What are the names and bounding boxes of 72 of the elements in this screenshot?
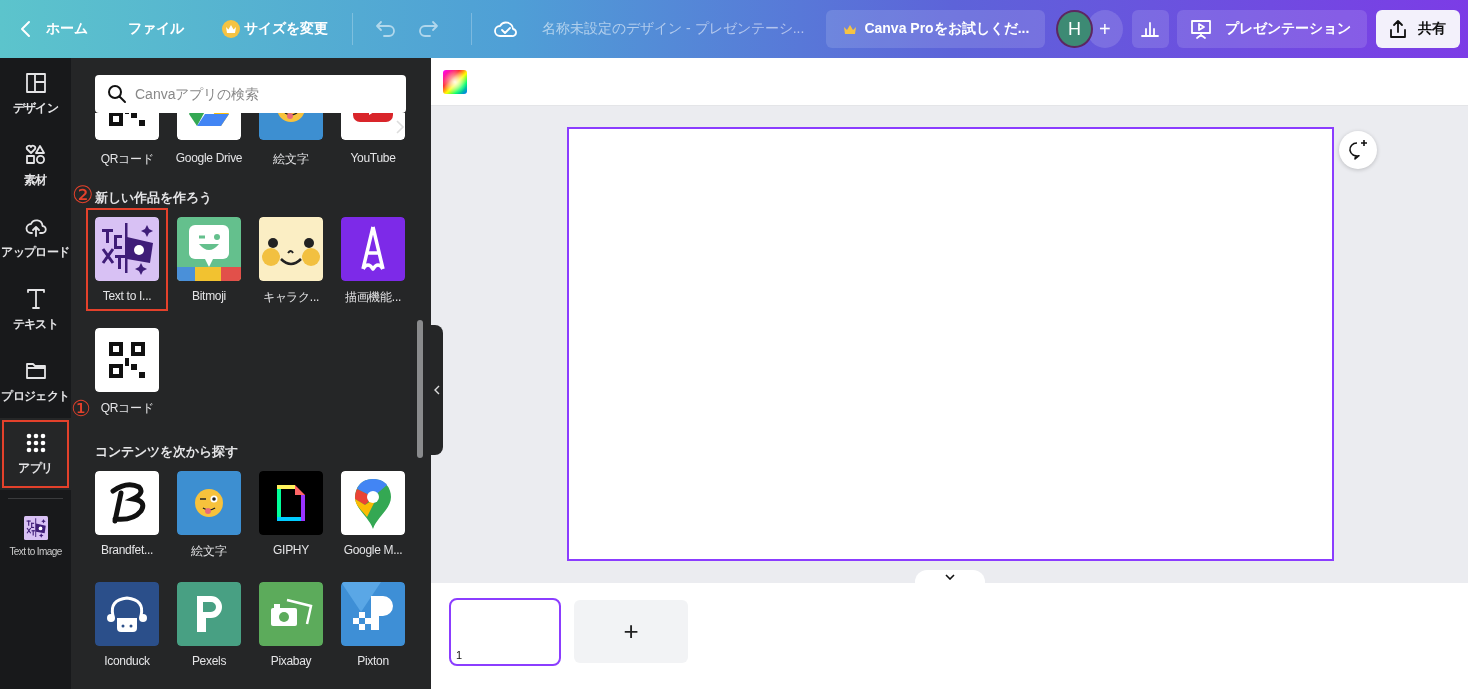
sidebar-item[interactable]: プロジェクト: [0, 346, 71, 418]
app-tile[interactable]: Text to I...: [86, 208, 168, 311]
redo-icon: [417, 20, 440, 38]
chevron-left-icon: [434, 385, 440, 395]
smiley-face-icon: [259, 217, 323, 281]
shapes-icon: [24, 143, 47, 166]
pro-trial-button[interactable]: Canva Proをお試しくだ...: [826, 10, 1046, 48]
map-pin-icon: [341, 471, 405, 535]
app-tile[interactable]: 描画機能...: [332, 208, 414, 311]
camera-icon: [259, 582, 323, 646]
share-icon: [1388, 19, 1409, 39]
duck-icon: [95, 582, 159, 646]
speech-bubble-icon: [177, 217, 241, 281]
app-tile[interactable]: YouTube: [341, 113, 405, 168]
frame-icon: [259, 471, 323, 535]
bar-chart-icon: [1140, 20, 1161, 38]
sidebar-item[interactable]: Text to Image: [0, 503, 71, 569]
sparkle-flag-icon: [23, 515, 48, 540]
grid-icon: [24, 431, 47, 454]
pixel-shape-icon: [341, 582, 405, 646]
app-tile[interactable]: Bitmoji: [168, 208, 250, 311]
share-button[interactable]: 共有: [1376, 10, 1461, 48]
section-heading: 新しい作品を作ろう: [95, 190, 212, 206]
presentation-icon: [1189, 18, 1214, 40]
search-icon: [107, 84, 127, 104]
sidebar-item[interactable]: アップロード: [0, 202, 71, 274]
app-tile[interactable]: Pixabay: [250, 573, 332, 673]
sparkle-flag-icon: [95, 217, 159, 281]
emoji-face-icon: [177, 471, 241, 535]
page-number: 1: [456, 649, 463, 661]
user-avatar[interactable]: H: [1056, 10, 1093, 48]
color-button[interactable]: [443, 69, 467, 94]
app-tile[interactable]: Brandfet...: [86, 462, 168, 565]
text-icon: [24, 287, 47, 310]
comment-icon: [1347, 139, 1369, 161]
sidebar-item[interactable]: テキスト: [0, 274, 71, 346]
app-tile[interactable]: Google M...: [332, 462, 414, 565]
qr-code-icon: [95, 328, 159, 392]
chevron-down-icon: [945, 573, 955, 580]
insights-button[interactable]: [1131, 10, 1170, 48]
chevron-right-icon: [395, 119, 405, 135]
scrollbar-thumb[interactable]: [417, 320, 423, 458]
block-shape-icon: [177, 582, 241, 646]
collapse-tab[interactable]: [915, 570, 985, 583]
cloud-check-icon: [493, 19, 518, 39]
step-number: ①: [71, 398, 91, 420]
app-tile[interactable]: Iconduck: [86, 573, 168, 673]
undo-icon: [375, 20, 397, 38]
app-tile[interactable]: Google Drive: [177, 113, 241, 168]
collapse-panel-handle[interactable]: [431, 325, 443, 455]
crown-icon: [222, 20, 240, 38]
chevron-left-icon: [20, 20, 32, 38]
sidebar-item[interactable]: 素材: [0, 130, 71, 202]
sidebar-item[interactable]: アプリ: [0, 418, 71, 490]
present-button[interactable]: プレゼンテーション: [1177, 10, 1368, 48]
app-tile[interactable]: GIPHY: [250, 462, 332, 565]
app-tile[interactable]: キャラク...: [250, 208, 332, 311]
app-tile[interactable]: QRコード: [95, 113, 159, 168]
app-tile[interactable]: Pixton: [332, 573, 414, 673]
section-heading: コンテンツを次から探す: [95, 444, 238, 460]
app-tile[interactable]: 絵文字: [168, 462, 250, 565]
add-page-button[interactable]: +: [574, 600, 688, 663]
step-number: ②: [72, 182, 94, 208]
page-thumbnail[interactable]: 1: [449, 598, 561, 666]
add-comment-button[interactable]: [1339, 131, 1377, 169]
sidebar-item[interactable]: デザイン: [0, 58, 71, 130]
pencil-icon: [341, 217, 405, 281]
app-tile[interactable]: 絵文字: [259, 113, 323, 168]
layout-icon: [24, 71, 47, 94]
gradient-swatch-icon: [443, 69, 467, 94]
swirl-icon: [95, 471, 159, 535]
app-tile[interactable]: Pexels: [168, 573, 250, 673]
